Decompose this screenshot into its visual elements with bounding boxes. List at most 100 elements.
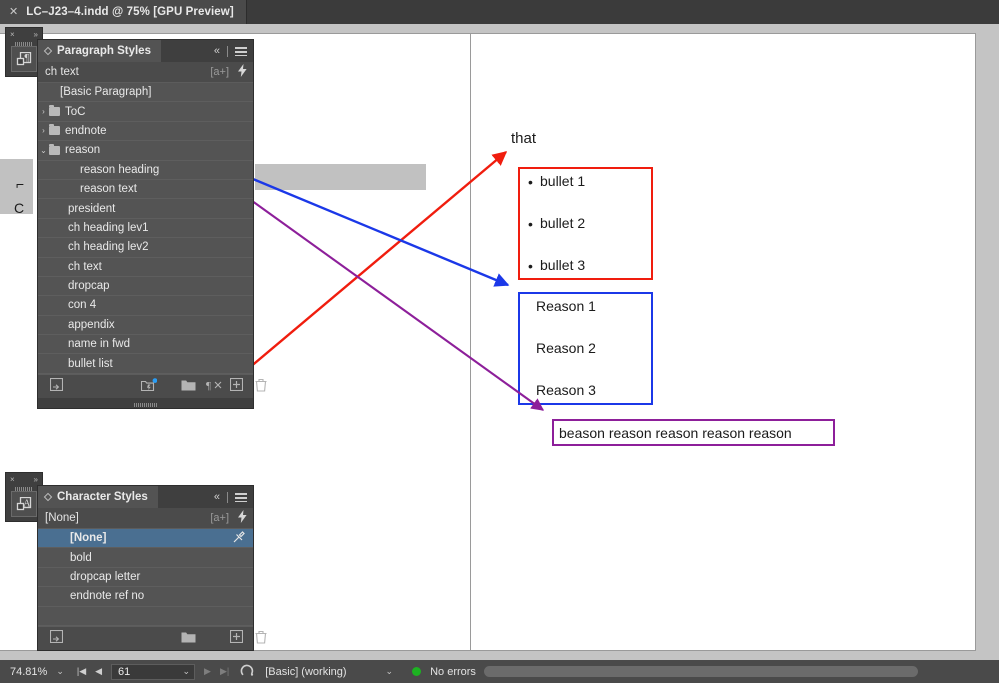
reason-paragraph-frame[interactable]: beason reason reason reason reason bbox=[552, 419, 835, 446]
paragraph-style-row[interactable]: president bbox=[38, 199, 253, 218]
paragraph-styles-panel[interactable]: Paragraph Styles « ch text [a+] [Basic P… bbox=[38, 40, 253, 408]
indesign-window: ✕ LC–J23–4.indd @ 75% [GPU Preview] s ⌐ … bbox=[0, 0, 999, 683]
character-style-row[interactable]: dropcap letter bbox=[38, 568, 253, 587]
delete-style-icon[interactable] bbox=[255, 378, 267, 395]
paragraph-panel-dock[interactable]: × » ¶ bbox=[6, 28, 42, 76]
dock-collapse-icon[interactable]: » bbox=[34, 31, 38, 39]
load-styles-icon[interactable] bbox=[50, 378, 63, 394]
previous-page-button[interactable]: ◀ bbox=[95, 666, 102, 677]
page-chevron-down-icon[interactable]: ⌄ bbox=[183, 666, 191, 677]
paragraph-style-label: reason heading bbox=[80, 164, 159, 176]
paragraph-style-row[interactable]: reason heading bbox=[38, 161, 253, 180]
paragraph-style-row[interactable]: con 4 bbox=[38, 296, 253, 315]
quick-apply-icon[interactable] bbox=[238, 510, 247, 526]
last-page-button[interactable]: ▶| bbox=[220, 666, 229, 677]
paragraph-style-label: ch heading lev1 bbox=[68, 222, 149, 234]
character-style-label: [None] bbox=[70, 532, 106, 544]
bullet-text-frame[interactable]: • bullet 1 • bullet 2 • bullet 3 bbox=[518, 167, 653, 280]
paragraph-style-row[interactable]: appendix bbox=[38, 316, 253, 335]
load-styles-icon[interactable] bbox=[50, 630, 63, 646]
reason-text-frame[interactable]: Reason 1 Reason 2 Reason 3 bbox=[518, 292, 653, 405]
horizontal-scrollbar[interactable] bbox=[484, 666, 918, 677]
character-style-row[interactable] bbox=[38, 607, 253, 626]
profile-chevron-down-icon[interactable]: ⌄ bbox=[386, 666, 394, 677]
quick-apply-icon[interactable] bbox=[238, 64, 247, 80]
character-style-row[interactable]: bold bbox=[38, 548, 253, 567]
panel-collapse-diamond-icon[interactable] bbox=[44, 493, 52, 501]
page-number-field[interactable]: 61 ⌄ bbox=[111, 664, 195, 680]
zoom-level[interactable]: 74.81% bbox=[10, 666, 47, 678]
chevron-right-icon[interactable]: › bbox=[38, 126, 49, 135]
paragraph-panel-resize-bar[interactable] bbox=[38, 398, 253, 408]
apply-next-style-icon[interactable]: [a+] bbox=[210, 512, 229, 524]
status-badge bbox=[412, 667, 421, 676]
dock-close-icon[interactable]: × bbox=[10, 31, 15, 39]
paragraph-style-list[interactable]: [Basic Paragraph] › ToC › endnote ⌄reason reas… bbox=[38, 83, 253, 374]
svg-text:A: A bbox=[23, 498, 31, 509]
paragraph-style-row[interactable]: ⌄reason bbox=[38, 141, 253, 160]
paragraph-style-row[interactable]: › endnote bbox=[38, 122, 253, 141]
paragraph-style-label: endnote bbox=[65, 125, 107, 137]
paragraph-style-row[interactable]: dropcap bbox=[38, 277, 253, 296]
new-style-group-icon[interactable] bbox=[181, 379, 196, 394]
page-spine bbox=[470, 34, 471, 650]
paragraph-style-row[interactable]: name in fwd bbox=[38, 335, 253, 354]
panel-menu-icon[interactable] bbox=[235, 493, 247, 502]
preflight-icon[interactable] bbox=[240, 663, 254, 681]
panel-collapse-icon[interactable]: « bbox=[214, 491, 220, 503]
character-style-list[interactable]: [None] bolddropcap letter endnote ref no bbox=[38, 529, 253, 626]
panel-collapse-diamond-icon[interactable] bbox=[44, 47, 52, 55]
zoom-chevron-down-icon[interactable]: ⌄ bbox=[56, 666, 64, 677]
paragraph-style-row[interactable]: ch heading lev1 bbox=[38, 219, 253, 238]
paragraph-style-label: [Basic Paragraph] bbox=[60, 86, 151, 98]
new-style-icon[interactable] bbox=[230, 378, 243, 394]
preflight-profile[interactable]: [Basic] (working) bbox=[265, 666, 346, 678]
character-styles-icon[interactable]: A bbox=[11, 491, 37, 517]
character-panel-dock[interactable]: × » A bbox=[6, 473, 42, 521]
left-page-glyph-2: C bbox=[14, 200, 24, 216]
new-style-group-icon[interactable] bbox=[181, 631, 196, 646]
tab-character-styles[interactable]: Character Styles bbox=[38, 486, 158, 508]
paragraph-styles-icon[interactable]: ¶ bbox=[11, 46, 37, 72]
dock-close-icon[interactable]: × bbox=[10, 476, 15, 484]
chevron-right-icon[interactable]: › bbox=[38, 107, 49, 116]
paragraph-style-row[interactable]: ch heading lev2 bbox=[38, 238, 253, 257]
paragraph-style-label: dropcap bbox=[68, 280, 110, 292]
tab-paragraph-styles[interactable]: Paragraph Styles bbox=[38, 40, 161, 62]
character-style-row[interactable]: [None] bbox=[38, 529, 253, 548]
reason-item-2: Reason 2 bbox=[536, 340, 596, 356]
panel-menu-icon[interactable] bbox=[235, 47, 247, 56]
paragraph-style-label: reason text bbox=[80, 183, 137, 195]
paragraph-style-row[interactable]: › ToC bbox=[38, 102, 253, 121]
next-page-button[interactable]: ▶ bbox=[204, 666, 211, 677]
paragraph-style-row[interactable]: ch text bbox=[38, 258, 253, 277]
character-style-row[interactable]: endnote ref no bbox=[38, 587, 253, 606]
panel-collapse-icon[interactable]: « bbox=[214, 45, 220, 57]
character-styles-panel[interactable]: Character Styles « [None] [a+] [None] bol… bbox=[38, 486, 253, 650]
new-style-icon[interactable] bbox=[230, 630, 243, 646]
first-page-button[interactable]: |◀ bbox=[77, 666, 86, 677]
clear-overrides-icon[interactable] bbox=[233, 531, 245, 546]
paragraph-style-label: appendix bbox=[68, 319, 115, 331]
paragraph-style-label: con 4 bbox=[68, 299, 96, 311]
delete-style-icon[interactable] bbox=[255, 630, 267, 647]
apply-next-style-icon[interactable]: [a+] bbox=[210, 66, 229, 78]
character-style-label: endnote ref no bbox=[70, 590, 144, 602]
paragraph-style-label: ToC bbox=[65, 106, 85, 118]
paragraph-style-row[interactable]: reason text bbox=[38, 180, 253, 199]
dock-collapse-icon[interactable]: » bbox=[34, 476, 38, 484]
create-style-group-icon[interactable] bbox=[141, 378, 157, 395]
chevron-down-icon[interactable]: ⌄ bbox=[38, 146, 49, 155]
paragraph-current-style: ch text bbox=[45, 66, 79, 78]
panel-resize-grip[interactable] bbox=[134, 403, 158, 407]
bullet-glyph: • bbox=[528, 258, 533, 274]
paragraph-panel-tabstrip: Paragraph Styles « bbox=[38, 40, 253, 62]
paragraph-style-row[interactable]: [Basic Paragraph] bbox=[38, 83, 253, 102]
character-current-style-bar: [None] [a+] bbox=[38, 508, 253, 529]
document-tab[interactable]: ✕ LC–J23–4.indd @ 75% [GPU Preview] bbox=[0, 0, 247, 24]
clear-overrides-icon[interactable]: ¶ bbox=[206, 379, 222, 394]
reason-item-3: Reason 3 bbox=[536, 382, 596, 398]
paragraph-current-style-bar: ch text [a+] bbox=[38, 62, 253, 83]
close-icon[interactable]: ✕ bbox=[9, 7, 18, 18]
paragraph-style-row[interactable]: bullet list bbox=[38, 354, 253, 373]
